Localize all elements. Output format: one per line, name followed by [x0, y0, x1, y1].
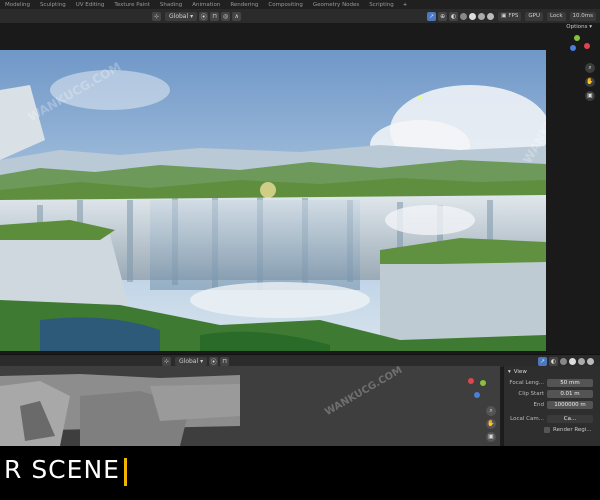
gizmo-x-axis[interactable]	[584, 43, 590, 49]
tab-texture-paint[interactable]: Texture Paint	[109, 2, 155, 8]
snap-icon[interactable]: ⊓	[220, 356, 230, 366]
local-camera-field[interactable]: Ca...	[547, 414, 593, 423]
lock-label: Lock	[549, 13, 563, 19]
material-shading-icon[interactable]	[478, 12, 486, 20]
caption-text: R SCENE	[4, 455, 120, 484]
chevron-down-icon: ▾	[589, 24, 592, 30]
clip-start-row: Clip Start 0.01 m	[504, 388, 600, 399]
hand-icon[interactable]: ✋	[486, 419, 496, 429]
tab-compositing[interactable]: Compositing	[263, 2, 307, 8]
fps-label: FPS	[508, 13, 519, 19]
focal-length-field[interactable]: 50 mm	[547, 378, 593, 387]
gizmo-x-axis[interactable]	[468, 378, 474, 384]
clip-end-field[interactable]: 1000000 m	[547, 400, 593, 409]
transform-orientation-icon: ⊹	[152, 11, 161, 21]
workspace-tab-bar: Modeling Sculpting UV Editing Texture Pa…	[0, 0, 600, 9]
zoom-icon[interactable]: ⌕	[585, 63, 595, 73]
options-dropdown[interactable]: Options ▾	[566, 24, 592, 30]
falloff-icon[interactable]: ∧	[232, 11, 242, 21]
lock-toggle[interactable]: Lock	[546, 11, 566, 21]
render-region-checkbox[interactable]	[544, 426, 550, 433]
pivot-icon[interactable]: ⦿	[209, 356, 219, 366]
clip-start-field[interactable]: 0.01 m	[547, 389, 593, 398]
chevron-down-icon: ▾	[190, 12, 194, 20]
wireframe-shading-icon[interactable]	[560, 357, 567, 365]
view-panel-title: View	[513, 368, 527, 375]
orientation-label: Global	[169, 12, 189, 20]
gizmo-y-axis[interactable]	[574, 35, 580, 41]
tab-shading[interactable]: Shading	[155, 2, 187, 8]
transform-orientation-dropdown[interactable]: Global ▾	[165, 11, 198, 21]
solid-shading-icon[interactable]	[569, 357, 576, 365]
material-shading-icon[interactable]	[578, 357, 585, 365]
tab-uv-editing[interactable]: UV Editing	[71, 2, 110, 8]
snap-icon[interactable]: ⊓	[210, 11, 220, 21]
lower-orientation-dropdown[interactable]: Global ▾	[175, 356, 208, 366]
tab-geometry-nodes[interactable]: Geometry Nodes	[308, 2, 364, 8]
local-camera-label: Local Cam...	[510, 415, 544, 422]
hand-icon[interactable]: ✋	[585, 77, 595, 87]
gizmo-z-axis[interactable]	[570, 45, 576, 51]
camera-view-icon[interactable]: ▣	[486, 432, 496, 442]
pivot-icon[interactable]: ⦿	[199, 11, 209, 21]
tab-sculpting[interactable]: Sculpting	[35, 2, 71, 8]
clip-start-label: Clip Start	[518, 390, 544, 397]
rendered-shading-icon[interactable]	[587, 357, 594, 365]
lower-orientation-label: Global	[179, 357, 199, 365]
render-preview: WANKUCG.COM WANKUCG.COM	[0, 50, 546, 351]
tab-modeling[interactable]: Modeling	[0, 2, 35, 8]
visibility-icon[interactable]: ↗	[427, 11, 437, 21]
tab-rendering[interactable]: Rendering	[225, 2, 263, 8]
caption-accent-bar	[124, 458, 127, 486]
options-label: Options	[566, 24, 588, 30]
chevron-down-icon: ▾	[508, 368, 511, 375]
gpu-toggle[interactable]: GPU	[525, 11, 543, 21]
tab-scripting[interactable]: Scripting	[364, 2, 398, 8]
gizmo-y-axis[interactable]	[480, 380, 486, 386]
view-properties-panel: ▾ View Focal Leng... 50 mm Clip Start 0.…	[503, 366, 600, 446]
transform-orientation-icon: ⊹	[162, 356, 171, 366]
view-panel-header[interactable]: ▾ View	[504, 366, 600, 377]
clip-end-label: End	[533, 401, 544, 408]
render-region-label: Render Regi...	[553, 426, 592, 433]
proportional-icon[interactable]: ◎	[221, 11, 231, 21]
gizmo-icon[interactable]: ⊕	[438, 11, 448, 21]
clip-end-row: End 1000000 m	[504, 399, 600, 410]
camera-icon: ▣	[501, 13, 507, 19]
overlay-icon[interactable]: ◐	[549, 356, 558, 366]
focal-length-label: Focal Leng...	[509, 379, 544, 386]
gpu-label: GPU	[528, 13, 540, 19]
main-3d-viewport[interactable]: WANKUCG.COM WANKUCG.COM Options ▾ ⌕ ✋ ▣	[0, 23, 600, 354]
zoom-icon[interactable]: ⌕	[486, 406, 496, 416]
frame-time-value: 10.0ms	[572, 13, 593, 19]
render-region-row: Render Regi...	[504, 424, 600, 435]
lower-navigation-gizmo[interactable]	[464, 376, 490, 402]
caption-bar: R SCENE	[0, 446, 600, 500]
gizmo-z-axis[interactable]	[474, 392, 480, 398]
add-workspace-button[interactable]: +	[399, 2, 412, 8]
tab-animation[interactable]: Animation	[187, 2, 225, 8]
focal-length-row: Focal Leng... 50 mm	[504, 377, 600, 388]
frame-time-display: 10.0ms	[569, 11, 596, 21]
viewport-header: ⊹ Global ▾ ⦿ ⊓ ◎ ∧ ↗ ⊕ ◐ ▣ FPS GPU Lock …	[0, 9, 600, 24]
overlay-icon[interactable]: ◐	[449, 11, 459, 21]
local-camera-row: Local Cam... Ca...	[504, 413, 600, 424]
lower-3d-viewport[interactable]: ⌕ ✋ ▣ WANKUCG.COM	[0, 366, 500, 446]
fps-toggle[interactable]: ▣ FPS	[498, 11, 522, 21]
visibility-icon[interactable]: ↗	[538, 356, 547, 366]
solid-shading-icon[interactable]	[469, 12, 477, 20]
navigation-gizmo[interactable]	[568, 33, 594, 53]
wireframe-shading-icon[interactable]	[460, 12, 468, 20]
rendered-shading-icon[interactable]	[487, 12, 495, 20]
chevron-down-icon: ▾	[200, 357, 204, 365]
solid-terrain-view	[0, 366, 500, 446]
camera-view-icon[interactable]: ▣	[585, 91, 595, 101]
